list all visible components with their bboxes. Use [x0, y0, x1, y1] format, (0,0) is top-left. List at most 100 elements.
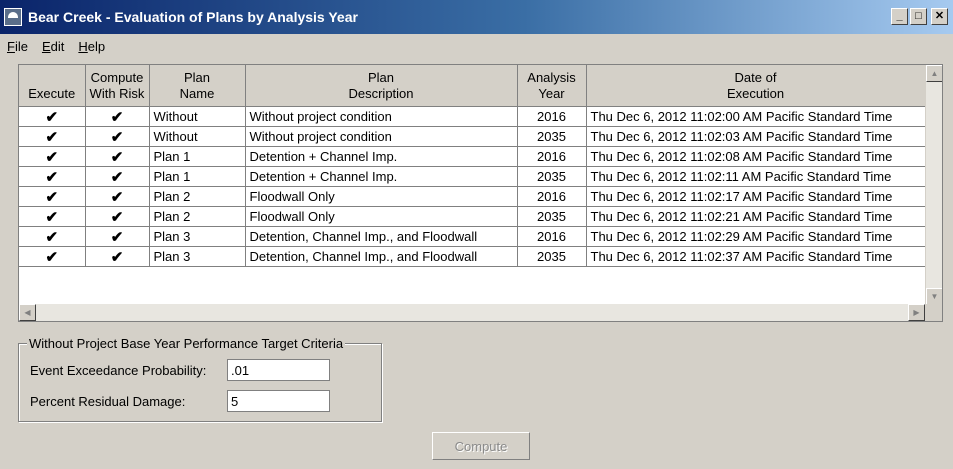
compute-with-risk-checkmark-icon[interactable]: ✔ — [85, 186, 150, 207]
minimize-button[interactable]: _ — [891, 8, 908, 25]
scroll-left-button[interactable]: ◀ — [19, 304, 36, 321]
plan-name-cell: Plan 1 — [149, 146, 246, 167]
col-header-plan-name[interactable]: Plan Name — [149, 65, 246, 107]
analysis-year-cell: 2016 — [517, 226, 587, 247]
empty-cell — [85, 267, 149, 287]
menu-help-mnemonic: H — [78, 38, 88, 54]
compute-with-risk-checkmark-icon[interactable]: ✔ — [85, 126, 150, 147]
app-icon — [4, 8, 22, 26]
execute-checkmark-icon[interactable]: ✔ — [19, 106, 86, 127]
plan-name-cell: Plan 1 — [149, 166, 246, 187]
scroll-right-button[interactable]: ▶ — [908, 304, 925, 321]
plan-description-cell: Without project condition — [245, 106, 518, 127]
analysis-year-cell: 2016 — [517, 106, 587, 127]
residual-damage-label: Percent Residual Damage: — [30, 394, 186, 409]
scrollbar-corner — [925, 304, 942, 321]
plan-description-cell: Without project condition — [245, 126, 518, 147]
plans-table-container: Execute Compute With Risk Plan Name Plan De… — [18, 64, 943, 322]
col-header-execute[interactable]: Execute — [19, 65, 86, 107]
maximize-button[interactable]: □ — [910, 8, 927, 25]
analysis-year-cell: 2035 — [517, 246, 587, 267]
execution-date-cell: Thu Dec 6, 2012 11:02:03 AM Pacific Stan… — [586, 126, 926, 147]
title-bar[interactable]: Bear Creek - Evaluation of Plans by Anal… — [0, 0, 953, 34]
menu-file[interactable]: File — [0, 39, 35, 54]
menu-bar: File Edit Help — [0, 34, 953, 58]
vertical-scrollbar[interactable]: ▲ ▼ — [925, 65, 942, 305]
empty-cell — [245, 267, 517, 287]
plan-name-cell: Without — [149, 126, 246, 147]
empty-table-row — [19, 267, 925, 287]
compute-with-risk-checkmark-icon[interactable]: ✔ — [85, 106, 150, 127]
event-exceedance-input[interactable] — [227, 359, 330, 381]
plan-description-cell: Detention, Channel Imp., and Floodwall — [245, 246, 518, 267]
col-header-compute-with-risk[interactable]: Compute With Risk — [85, 65, 150, 107]
menu-edit[interactable]: Edit — [35, 39, 71, 54]
menu-file-mnemonic: F — [7, 38, 15, 54]
menu-edit-mnemonic: E — [41, 38, 51, 54]
table-row[interactable]: ✔ ✔ Without Without project condition 2035 Th… — [19, 126, 926, 147]
plan-description-cell: Detention + Channel Imp. — [245, 166, 518, 187]
execute-checkmark-icon[interactable]: ✔ — [19, 126, 86, 147]
analysis-year-cell: 2035 — [517, 206, 587, 227]
execute-checkmark-icon[interactable]: ✔ — [19, 186, 86, 207]
analysis-year-cell: 2016 — [517, 146, 587, 167]
execution-date-cell: Thu Dec 6, 2012 11:02:21 AM Pacific Stan… — [586, 206, 926, 227]
table-row[interactable]: ✔ ✔ Plan 1 Detention + Channel Imp. 2016 Thu … — [19, 146, 926, 167]
plan-name-cell: Plan 2 — [149, 186, 246, 207]
col-header-analysis-year[interactable]: Analysis Year — [517, 65, 587, 107]
close-button[interactable]: ✕ — [931, 8, 948, 25]
compute-with-risk-checkmark-icon[interactable]: ✔ — [85, 166, 150, 187]
plan-name-cell: Without — [149, 106, 246, 127]
horizontal-scrollbar[interactable]: ◀ ▶ — [19, 304, 925, 321]
table-row[interactable]: ✔ ✔ Plan 3 Detention, Channel Imp., and Flo… — [19, 226, 926, 247]
compute-with-risk-checkmark-icon[interactable]: ✔ — [85, 226, 150, 247]
empty-cell — [586, 267, 925, 287]
empty-cell — [149, 267, 245, 287]
compute-with-risk-checkmark-icon[interactable]: ✔ — [85, 146, 150, 167]
analysis-year-cell: 2035 — [517, 166, 587, 187]
execution-date-cell: Thu Dec 6, 2012 11:02:29 AM Pacific Stan… — [586, 226, 926, 247]
execute-checkmark-icon[interactable]: ✔ — [19, 146, 86, 167]
col-header-plan-description[interactable]: Plan Description — [245, 65, 518, 107]
plan-name-cell: Plan 3 — [149, 226, 246, 247]
execute-checkmark-icon[interactable]: ✔ — [19, 166, 86, 187]
analysis-year-cell: 2035 — [517, 126, 587, 147]
table-row[interactable]: ✔ ✔ Plan 2 Floodwall Only 2016 Thu Dec 6, 201… — [19, 186, 926, 207]
menu-help-label: elp — [87, 38, 106, 54]
window-title: Bear Creek - Evaluation of Plans by Anal… — [28, 9, 358, 25]
plan-description-cell: Detention + Channel Imp. — [245, 146, 518, 167]
scroll-down-button[interactable]: ▼ — [926, 288, 942, 305]
execution-date-cell: Thu Dec 6, 2012 11:02:08 AM Pacific Stan… — [586, 146, 926, 167]
event-exceedance-label: Event Exceedance Probability: — [30, 363, 207, 378]
plans-table: Execute Compute With Risk Plan Name Plan De… — [19, 65, 926, 286]
table-body: ✔ ✔ Without Without project condition 2016 Th… — [19, 106, 926, 287]
execution-date-cell: Thu Dec 6, 2012 11:02:00 AM Pacific Stan… — [586, 106, 926, 127]
execution-date-cell: Thu Dec 6, 2012 11:02:37 AM Pacific Stan… — [586, 246, 926, 267]
menu-help[interactable]: Help — [71, 39, 112, 54]
plan-name-cell: Plan 3 — [149, 246, 246, 267]
table-row[interactable]: ✔ ✔ Plan 2 Floodwall Only 2035 Thu Dec 6, 201… — [19, 206, 926, 227]
menu-edit-label: dit — [50, 38, 65, 54]
performance-criteria-group: Without Project Base Year Performance Ta… — [18, 336, 382, 422]
compute-with-risk-checkmark-icon[interactable]: ✔ — [85, 246, 150, 267]
table-row[interactable]: ✔ ✔ Plan 1 Detention + Channel Imp. 2035 Thu … — [19, 166, 926, 187]
empty-cell — [19, 267, 85, 287]
empty-cell — [517, 267, 586, 287]
menu-file-label: ile — [14, 38, 28, 54]
plan-description-cell: Floodwall Only — [245, 186, 518, 207]
execute-checkmark-icon[interactable]: ✔ — [19, 246, 86, 267]
execute-checkmark-icon[interactable]: ✔ — [19, 226, 86, 247]
execution-date-cell: Thu Dec 6, 2012 11:02:11 AM Pacific Stan… — [586, 166, 926, 187]
table-row[interactable]: ✔ ✔ Plan 3 Detention, Channel Imp., and Flo… — [19, 246, 926, 267]
execution-date-cell: Thu Dec 6, 2012 11:02:17 AM Pacific Stan… — [586, 186, 926, 207]
group-title: Without Project Base Year Performance Ta… — [27, 336, 346, 351]
plan-name-cell: Plan 2 — [149, 206, 246, 227]
execute-checkmark-icon[interactable]: ✔ — [19, 206, 86, 227]
compute-with-risk-checkmark-icon[interactable]: ✔ — [85, 206, 150, 227]
compute-button[interactable]: Compute — [432, 432, 530, 460]
plan-description-cell: Floodwall Only — [245, 206, 518, 227]
scroll-up-button[interactable]: ▲ — [926, 65, 942, 82]
table-row[interactable]: ✔ ✔ Without Without project condition 2016 Th… — [19, 106, 926, 127]
col-header-date-of-execution[interactable]: Date of Execution — [586, 65, 926, 107]
residual-damage-input[interactable] — [227, 390, 330, 412]
